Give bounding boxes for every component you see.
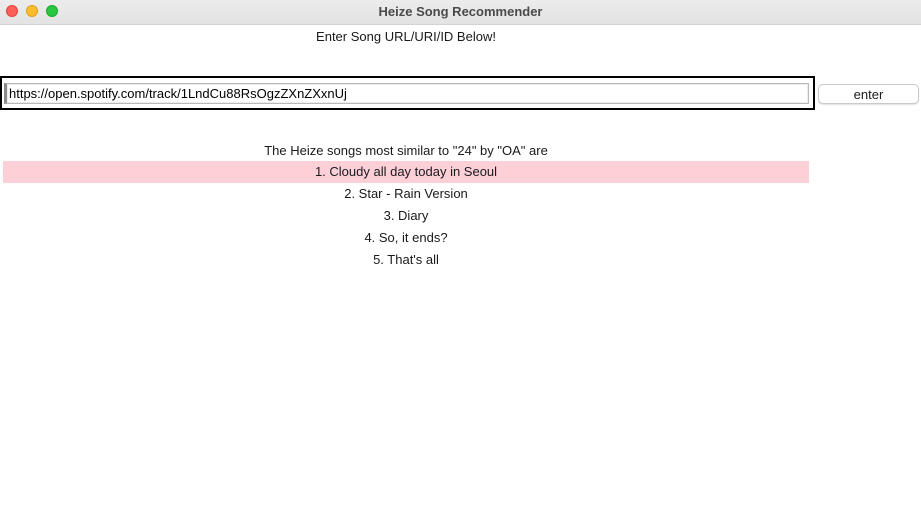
title-bar: Heize Song Recommender	[0, 0, 921, 25]
result-item[interactable]: 5. That's all	[3, 249, 809, 271]
app-window: Heize Song Recommender Enter Song URL/UR…	[0, 0, 921, 518]
result-item[interactable]: 3. Diary	[3, 205, 809, 227]
enter-button[interactable]: enter	[818, 84, 919, 104]
results-heading: The Heize songs most similar to "24" by …	[264, 143, 548, 158]
result-item[interactable]: 1. Cloudy all day today in Seoul	[3, 161, 809, 183]
results-list[interactable]: 1. Cloudy all day today in Seoul 2. Star…	[3, 161, 809, 271]
url-input-frame	[0, 76, 815, 110]
song-url-input[interactable]	[4, 83, 809, 104]
result-item[interactable]: 2. Star - Rain Version	[3, 183, 809, 205]
input-prompt-label: Enter Song URL/URI/ID Below!	[316, 29, 496, 44]
result-item[interactable]: 4. So, it ends?	[3, 227, 809, 249]
window-title: Heize Song Recommender	[378, 4, 543, 19]
